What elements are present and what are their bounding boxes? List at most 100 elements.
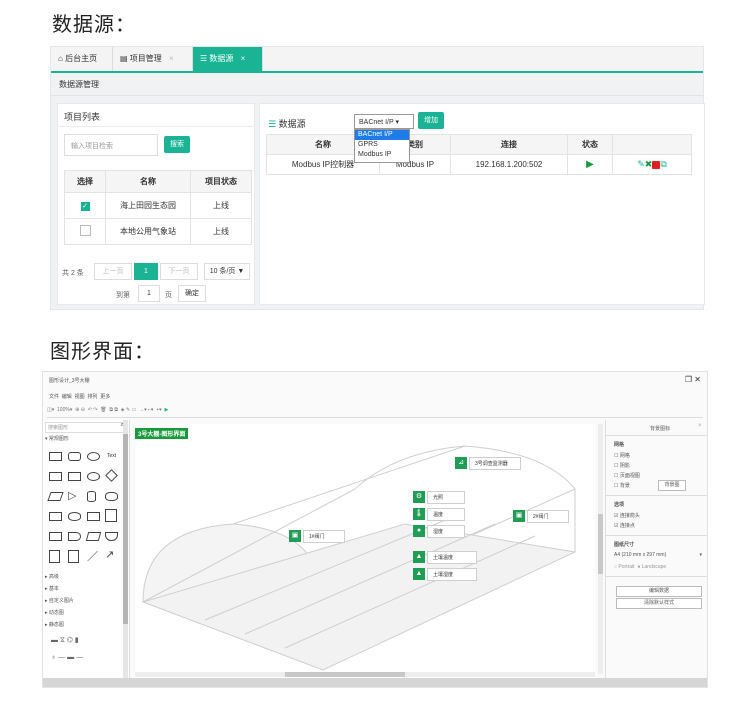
valve-icon[interactable]: ▣: [289, 530, 301, 542]
tank-icon[interactable]: ▮: [75, 637, 79, 644]
dash-icon[interactable]: —: [76, 654, 83, 661]
to-back-icon[interactable]: ⧉: [114, 407, 118, 413]
zoom-select[interactable]: 100%: [57, 407, 70, 413]
sensor-icon[interactable]: ⊿: [455, 457, 467, 469]
ellipse-shape[interactable]: [87, 472, 100, 481]
per-page-select[interactable]: 10 条/页 ▼: [204, 263, 250, 280]
restore-icon[interactable]: ❐: [685, 375, 692, 384]
page-view-checkbox[interactable]: ☐ 页面视图: [614, 472, 640, 479]
rounded-rectangle-shape[interactable]: [68, 452, 81, 461]
dropdown-option[interactable]: Modbus IP: [355, 150, 409, 160]
palette-dynamic[interactable]: ▸ 动态图: [45, 609, 64, 616]
step-shape[interactable]: [68, 532, 81, 541]
valve-icon[interactable]: ▣: [513, 510, 525, 522]
line-color-icon[interactable]: ✎: [126, 407, 130, 413]
search-button[interactable]: 搜索: [164, 136, 190, 153]
hexagon-shape[interactable]: [105, 492, 118, 501]
parallelogram-shape[interactable]: [47, 492, 64, 501]
close-icon[interactable]: ×: [169, 54, 174, 63]
undo-icon[interactable]: ↶: [88, 407, 92, 413]
dropdown-option[interactable]: BACnet I/P: [355, 130, 409, 140]
menu-file[interactable]: 文件: [49, 394, 59, 400]
soil-icon[interactable]: ▲: [413, 568, 425, 580]
device-label[interactable]: 1#阀门: [303, 530, 345, 543]
close-icon[interactable]: ✕: [694, 375, 701, 384]
goto-confirm-button[interactable]: 确定: [178, 285, 206, 302]
row-checkbox[interactable]: ✓: [64, 192, 106, 219]
gear-icon[interactable]: ⚙: [413, 491, 425, 503]
format-panel-icon[interactable]: ◫▾: [47, 407, 54, 413]
connection-icon[interactable]: →▾: [139, 407, 147, 413]
diamond-shape[interactable]: [105, 469, 118, 482]
zoom-out-icon[interactable]: ⊖: [81, 407, 85, 413]
device-label[interactable]: 土壤湿度: [427, 568, 477, 581]
internal-storage-shape[interactable]: [105, 509, 117, 522]
waypoint-icon[interactable]: ⌐▾: [148, 407, 153, 413]
row-checkbox[interactable]: [64, 218, 106, 245]
clear-default-style-button[interactable]: 清除默认样式: [616, 598, 702, 609]
thermometer-icon[interactable]: 🌡: [413, 508, 425, 520]
datasource-type-select[interactable]: BACnet I/P ▾: [354, 114, 414, 129]
connection-arrows-checkbox[interactable]: ☑ 连接箭头: [614, 512, 640, 519]
pager-page-1[interactable]: 1: [134, 263, 158, 280]
tape-shape[interactable]: [105, 532, 118, 541]
ellipse-shape[interactable]: [87, 452, 100, 461]
process-shape[interactable]: [49, 512, 62, 521]
tab-datasource[interactable]: ☰ 数据源 ×: [193, 47, 263, 71]
table-row[interactable]: Modbus IP控制器 Modbus IP 192.168.1.200:502…: [266, 154, 692, 175]
valve-icon[interactable]: ⧖: [60, 637, 65, 644]
to-front-icon[interactable]: ⧉: [109, 407, 113, 413]
document-shape[interactable]: [49, 550, 60, 563]
cylinder-shape[interactable]: [87, 491, 96, 502]
pager-prev-button[interactable]: 上一页: [94, 263, 132, 280]
trapezoid-shape[interactable]: [85, 532, 102, 541]
play-icon[interactable]: ▶: [586, 159, 594, 170]
shadow-checkbox[interactable]: ☐ 阴影: [614, 462, 630, 469]
triangle-shape[interactable]: ▷: [68, 489, 76, 502]
device-label[interactable]: 温度: [427, 508, 465, 521]
menu-edit[interactable]: 编辑: [62, 394, 72, 400]
tab-project-management[interactable]: ▤ 项目管理 ×: [113, 47, 193, 71]
copy-icon[interactable]: ⧉: [660, 159, 666, 169]
tab-home[interactable]: ⌂ 后台主页: [51, 47, 113, 71]
device-label[interactable]: 2#阀门: [527, 510, 569, 523]
checkbox-unchecked-icon[interactable]: [79, 225, 91, 236]
goto-input[interactable]: 1: [138, 285, 160, 302]
bulb-icon[interactable]: ♁: [51, 654, 56, 661]
redo-icon[interactable]: ↷: [93, 407, 97, 413]
checkbox-checked-icon[interactable]: ✓: [80, 201, 90, 211]
paper-size-select[interactable]: A4 (210 mm x 297 mm) ▾: [614, 551, 702, 560]
canvas-vertical-scrollbar[interactable]: [598, 424, 603, 674]
shape-search-input[interactable]: 搜索图形 ⌕: [45, 422, 127, 433]
card-shape[interactable]: [49, 532, 62, 541]
zoom-in-icon[interactable]: ⊕: [75, 407, 79, 413]
scrollbar-thumb[interactable]: [123, 434, 128, 624]
edit-icon[interactable]: ✎: [637, 159, 645, 169]
device-label[interactable]: 3号调查监测器: [469, 457, 521, 470]
insert-icon[interactable]: +▾: [156, 407, 161, 413]
table-row[interactable]: 本地公用气象站 上线: [64, 218, 252, 245]
shadow-icon[interactable]: ▭: [132, 407, 137, 413]
fill-color-icon[interactable]: ◈: [121, 407, 125, 413]
menu-more[interactable]: 更多: [100, 394, 110, 400]
drop-icon[interactable]: ●: [413, 525, 425, 537]
palette-basic[interactable]: ▸ 基本: [45, 585, 59, 592]
background-checkbox[interactable]: ☐ 背景: [614, 482, 630, 489]
text-shape[interactable]: Text: [107, 453, 116, 459]
rectangle-shape[interactable]: [68, 472, 81, 481]
edit-data-button[interactable]: 编辑数据: [616, 586, 702, 597]
callout-shape[interactable]: [87, 512, 100, 521]
landscape-radio[interactable]: ● Landscape: [637, 564, 666, 570]
device-label[interactable]: 土壤温度: [427, 551, 477, 564]
diagram-canvas[interactable]: 3号大棚-图形界面 ⊿ 3号调查监测器 ⚙ 光照 🌡 温度 ● 湿度 ▣ 1#阀…: [135, 424, 595, 682]
rectangle-shape[interactable]: [49, 452, 62, 461]
device-label[interactable]: 光照: [427, 491, 465, 504]
table-row[interactable]: ✓ 海上田园生态园 上线: [64, 192, 252, 219]
arrow-shape[interactable]: ↗: [105, 548, 114, 561]
pump-icon[interactable]: ⌬: [67, 637, 73, 644]
move-icon[interactable]: ✖: [645, 159, 653, 169]
delete-icon[interactable]: 🗑: [100, 407, 106, 413]
soil-icon[interactable]: ▲: [413, 551, 425, 563]
scrollbar-thumb[interactable]: [598, 514, 603, 574]
pipe-icon[interactable]: ▬: [51, 637, 58, 644]
